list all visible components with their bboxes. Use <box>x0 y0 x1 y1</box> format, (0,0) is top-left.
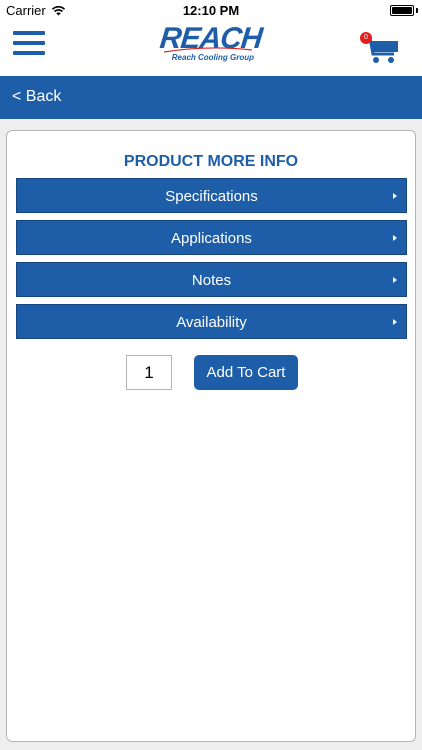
accordion-specifications[interactable]: Specifications <box>16 178 407 213</box>
menu-icon[interactable] <box>13 31 45 57</box>
battery-tip <box>416 8 418 13</box>
cart-button[interactable]: 0 <box>360 32 402 66</box>
accordion-label: Availability <box>176 314 247 331</box>
product-info-panel: PRODUCT MORE INFO Specifications Applica… <box>6 130 416 742</box>
back-button[interactable]: < Back <box>12 88 61 106</box>
accordion-label: Notes <box>191 272 232 289</box>
status-time: 12:10 PM <box>182 3 240 18</box>
app-header: REACH Reach Cooling Group 0 <box>0 22 422 76</box>
chevron-right-icon <box>393 235 397 241</box>
page-title: PRODUCT MORE INFO <box>123 153 299 170</box>
quantity-input[interactable] <box>126 355 172 390</box>
accordion-applications[interactable]: Applications <box>16 220 407 255</box>
accordion-availability[interactable]: Availability <box>16 304 407 339</box>
status-bar: Carrier 12:10 PM <box>0 0 422 22</box>
accordion-label: Specifications <box>165 188 258 205</box>
nav-bar: < Back <box>0 76 422 119</box>
battery-icon <box>390 5 414 16</box>
add-to-cart-button[interactable]: Add To Cart <box>194 355 298 390</box>
info-accordion: Specifications Applications Notes Availa… <box>16 178 407 346</box>
chevron-right-icon <box>393 277 397 283</box>
accordion-notes[interactable]: Notes <box>16 262 407 297</box>
logo-subtitle: Reach Cooling Group <box>171 53 254 62</box>
chevron-right-icon <box>393 319 397 325</box>
cart-count-badge: 0 <box>360 32 372 44</box>
logo: REACH Reach Cooling Group <box>158 22 263 66</box>
content-area: PRODUCT MORE INFO Specifications Applica… <box>0 119 422 750</box>
accordion-label: Applications <box>171 230 252 247</box>
chevron-right-icon <box>393 193 397 199</box>
